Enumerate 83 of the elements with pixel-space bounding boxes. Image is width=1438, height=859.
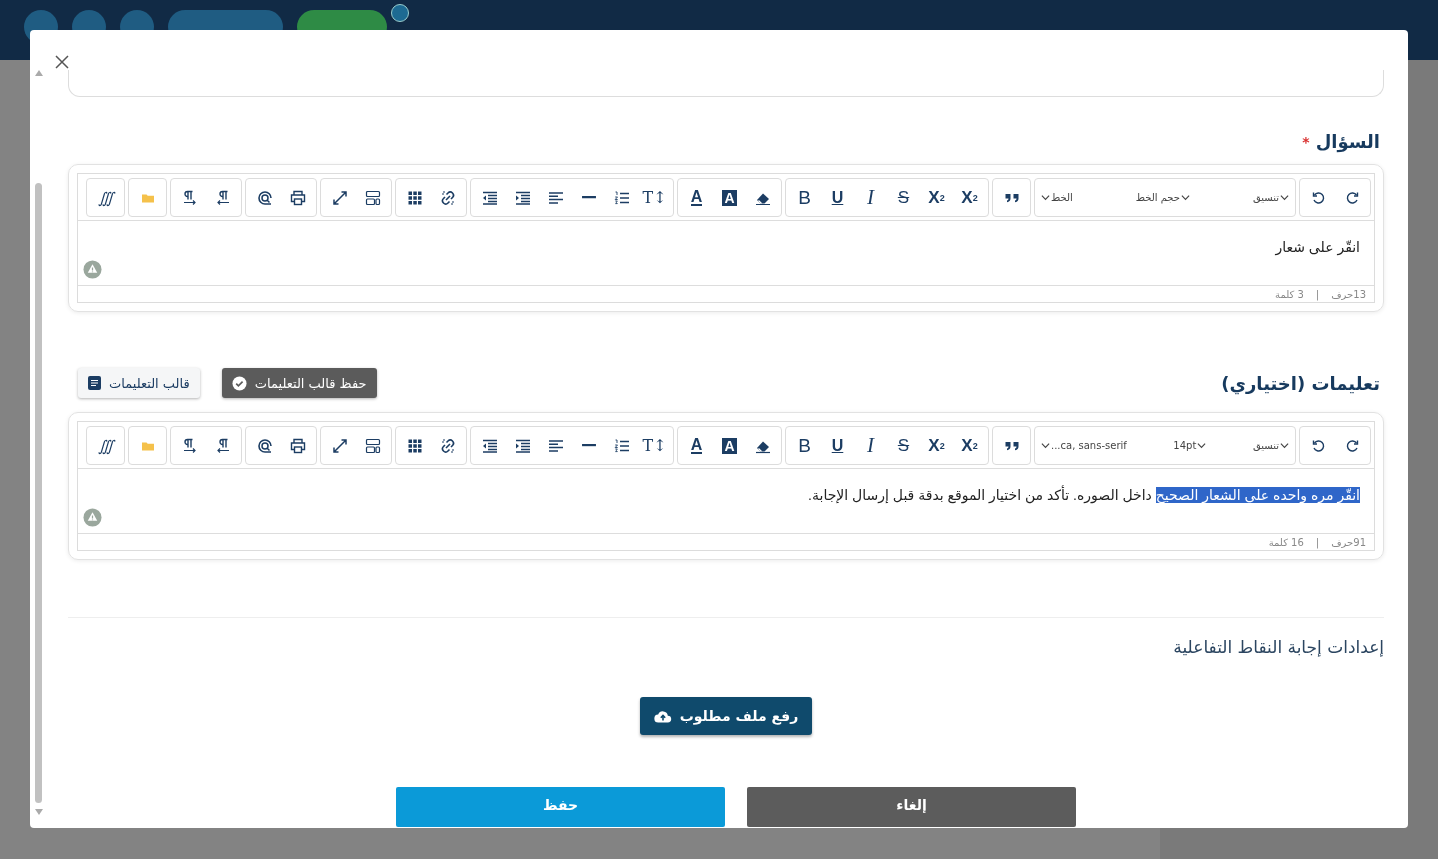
horizontal-rule-icon	[580, 444, 597, 447]
print-icon	[289, 437, 306, 454]
unlink-icon	[439, 437, 456, 454]
chevron-down-icon	[1180, 193, 1190, 202]
section-heading: إعدادات إجابة النقاط التفاعلية	[1172, 637, 1384, 657]
cancel-button[interactable]: إلغاء	[747, 787, 1076, 827]
highlight-button[interactable]: A	[713, 427, 746, 464]
ordered-list-icon	[613, 189, 630, 206]
paragraph-direction-icon	[181, 189, 198, 206]
word-count: 3 كلمة	[1275, 288, 1304, 300]
fullscreen-icon	[331, 437, 348, 454]
indent-icon	[514, 189, 531, 206]
text-size-button[interactable]: T↕	[638, 179, 671, 216]
strike-button[interactable]: S	[887, 179, 920, 216]
save-template-button[interactable]: حفظ قالب التعليمات	[221, 368, 377, 398]
italic-button[interactable]: I	[854, 179, 887, 216]
fullscreen-icon	[331, 189, 348, 206]
table-icon	[406, 437, 423, 454]
search-icon	[256, 189, 273, 206]
horizontal-rule-icon	[580, 196, 597, 199]
outdent-icon	[481, 437, 498, 454]
bold-button[interactable]: B	[788, 427, 821, 464]
font-size-dropdown[interactable]: 14pt	[1173, 427, 1207, 464]
special-button[interactable]: ∭	[89, 427, 122, 464]
cloud-upload-icon	[653, 709, 672, 723]
paragraph-direction-icon	[181, 437, 198, 454]
text-field[interactable]	[68, 70, 1384, 97]
scrollbar-thumb[interactable]	[35, 183, 42, 803]
layout-icon	[364, 437, 381, 454]
upload-button[interactable]: رفع ملف مطلوب	[639, 697, 813, 735]
font-size-dropdown[interactable]: حجم الخط	[1135, 179, 1190, 216]
chevron-down-icon	[1041, 441, 1050, 450]
undo-icon	[1310, 437, 1327, 454]
font-color-button[interactable]: A	[680, 179, 713, 216]
layout-icon	[364, 189, 381, 206]
superscript-button[interactable]: X$^{2}$	[953, 179, 986, 216]
count-separator: |	[1315, 288, 1320, 300]
strike-button[interactable]: S	[887, 427, 920, 464]
font-dropdown[interactable]: الخط	[1041, 179, 1073, 216]
character-count: 13حرف	[1331, 288, 1366, 300]
character-count: 91حرف	[1331, 536, 1366, 548]
unlink-icon	[439, 189, 456, 206]
superscript-button[interactable]: X$^{2}$	[953, 427, 986, 464]
chevron-down-icon	[1197, 441, 1207, 450]
format-dropdown[interactable]: تنسيق	[1252, 179, 1289, 216]
check-circle-icon	[231, 375, 247, 391]
status-dot	[391, 4, 409, 22]
undo-icon	[1310, 189, 1327, 206]
underline-button[interactable]: U	[821, 427, 854, 464]
text-size-button[interactable]: T↕	[638, 427, 671, 464]
warning-icon	[83, 508, 102, 527]
font-dropdown[interactable]: ...ca, sans-serif	[1041, 427, 1127, 464]
warning-icon	[83, 260, 102, 279]
ordered-list-icon	[613, 437, 630, 454]
align-left-icon	[547, 189, 564, 206]
align-left-icon	[547, 437, 564, 454]
underline-button[interactable]: U	[821, 179, 854, 216]
bold-button[interactable]: B	[788, 179, 821, 216]
count-separator: |	[1315, 536, 1320, 548]
template-button[interactable]: قالب التعليمات	[78, 368, 200, 398]
text-editor-field[interactable]: انقّر على شعار	[108, 237, 1360, 257]
word-count: 16 كلمة	[1268, 536, 1304, 548]
chevron-down-icon	[1041, 193, 1050, 202]
chevron-down-icon	[1280, 193, 1289, 202]
italic-button[interactable]: I	[854, 427, 887, 464]
required-mark: *	[1302, 133, 1310, 150]
paragraph-direction-icon	[214, 437, 231, 454]
field-label: تعليمات (اختياري)	[1221, 372, 1381, 394]
special-button[interactable]: ∭	[89, 179, 122, 216]
font-color-button[interactable]: A	[680, 427, 713, 464]
chevron-down-icon	[1280, 441, 1289, 450]
outdent-icon	[481, 189, 498, 206]
format-dropdown[interactable]: تنسيق	[1252, 427, 1289, 464]
search-icon	[256, 437, 273, 454]
text-editor-field[interactable]: انقّر مره واحده على الشعار الصحيح داخل الصوره. تأكد من اختيار الموقع بدقة قبل إرسال الإجابة.	[108, 485, 1360, 505]
paragraph-direction-icon	[214, 189, 231, 206]
table-icon	[406, 189, 423, 206]
print-icon	[289, 189, 306, 206]
highlight-button[interactable]: A	[713, 179, 746, 216]
field-label: السؤال	[1315, 131, 1380, 152]
document-icon	[88, 376, 101, 390]
close-icon[interactable]	[54, 54, 70, 70]
indent-icon	[514, 437, 531, 454]
